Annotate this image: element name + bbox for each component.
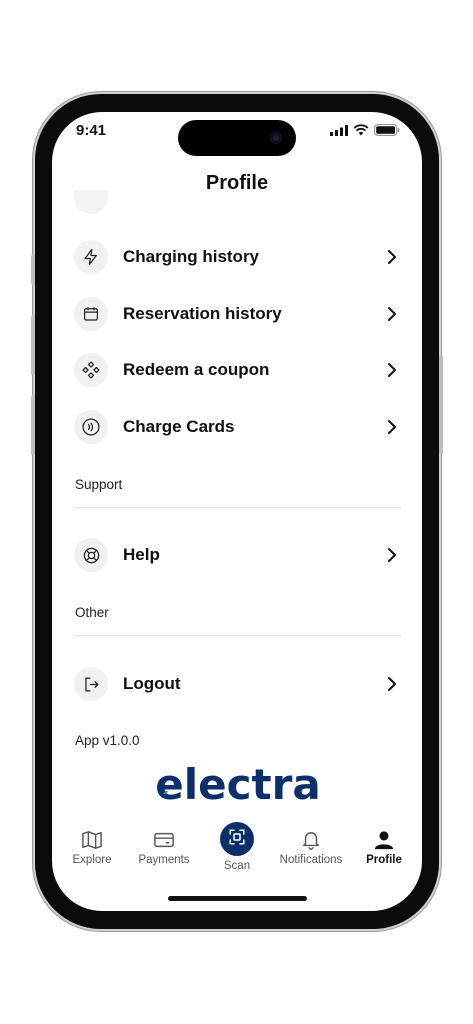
tab-label: Explore <box>72 854 112 866</box>
menu-item-redeem-coupon[interactable]: Redeem a coupon <box>74 350 400 390</box>
chevron-right-icon <box>388 363 396 377</box>
coupon-icon <box>74 353 108 387</box>
electra-logo: electra <box>155 760 320 809</box>
menu-item-reservation-history[interactable]: Reservation history <box>74 294 400 334</box>
wifi-icon <box>353 124 369 136</box>
map-icon <box>82 831 102 849</box>
scan-icon <box>220 822 254 856</box>
tab-notifications[interactable]: Notifications <box>271 830 351 866</box>
dynamic-island <box>178 120 296 156</box>
menu-item-label: Redeem a coupon <box>123 360 270 379</box>
menu-item-charging-history[interactable]: Charging history <box>74 237 400 277</box>
chevron-right-icon <box>388 250 396 264</box>
app-version: App v1.0.0 <box>75 733 140 748</box>
lifebuoy-icon <box>74 538 108 572</box>
divider <box>74 507 401 508</box>
chevron-right-icon <box>388 548 396 562</box>
contactless-card-icon <box>74 410 108 444</box>
tab-label: Payments <box>138 854 190 866</box>
tab-label: Profile <box>366 854 402 866</box>
menu-item-label: Charging history <box>123 247 260 266</box>
menu-item-help[interactable]: Help <box>74 535 400 575</box>
tab-label: Notifications <box>279 854 343 866</box>
card-icon <box>154 832 174 848</box>
menu-item-label: Help <box>123 545 160 564</box>
tab-scan[interactable]: Scan <box>197 822 277 872</box>
status-icons <box>330 124 400 136</box>
bottom-tab-bar: Explore Payments Scan Notifications Prof… <box>52 812 422 882</box>
tab-payments[interactable]: Payments <box>124 830 204 866</box>
user-icon <box>374 831 394 850</box>
battery-icon <box>374 124 400 136</box>
signal-icon <box>330 124 348 136</box>
menu-item-label: Charge Cards <box>123 417 235 436</box>
mute-switch <box>31 255 35 285</box>
chevron-right-icon <box>388 307 396 321</box>
calendar-icon <box>74 297 108 331</box>
volume-up-button <box>31 315 35 375</box>
avatar <box>74 190 108 214</box>
menu-item-label: Logout <box>123 674 181 693</box>
front-camera-icon <box>270 132 282 144</box>
app-screen: 9:41 Profile Charging history Reservatio… <box>52 112 422 911</box>
menu-item-logout[interactable]: Logout <box>74 664 400 704</box>
menu-item-charge-cards[interactable]: Charge Cards <box>74 407 400 447</box>
tab-label: Scan <box>223 860 251 872</box>
divider <box>74 635 401 636</box>
chevron-right-icon <box>388 677 396 691</box>
status-time: 9:41 <box>76 122 107 139</box>
tab-explore[interactable]: Explore <box>52 830 132 866</box>
chevron-right-icon <box>388 420 396 434</box>
tab-profile[interactable]: Profile <box>344 830 422 866</box>
section-label-other: Other <box>75 605 109 620</box>
section-label-support: Support <box>75 477 123 492</box>
logo-wordmark: electra <box>155 760 320 809</box>
volume-down-button <box>31 395 35 455</box>
home-indicator[interactable] <box>168 896 307 901</box>
menu-item-label: Reservation history <box>123 304 282 323</box>
bell-icon <box>302 832 319 850</box>
power-button <box>439 355 443 455</box>
logout-icon <box>74 667 108 701</box>
lightning-icon <box>74 240 108 274</box>
